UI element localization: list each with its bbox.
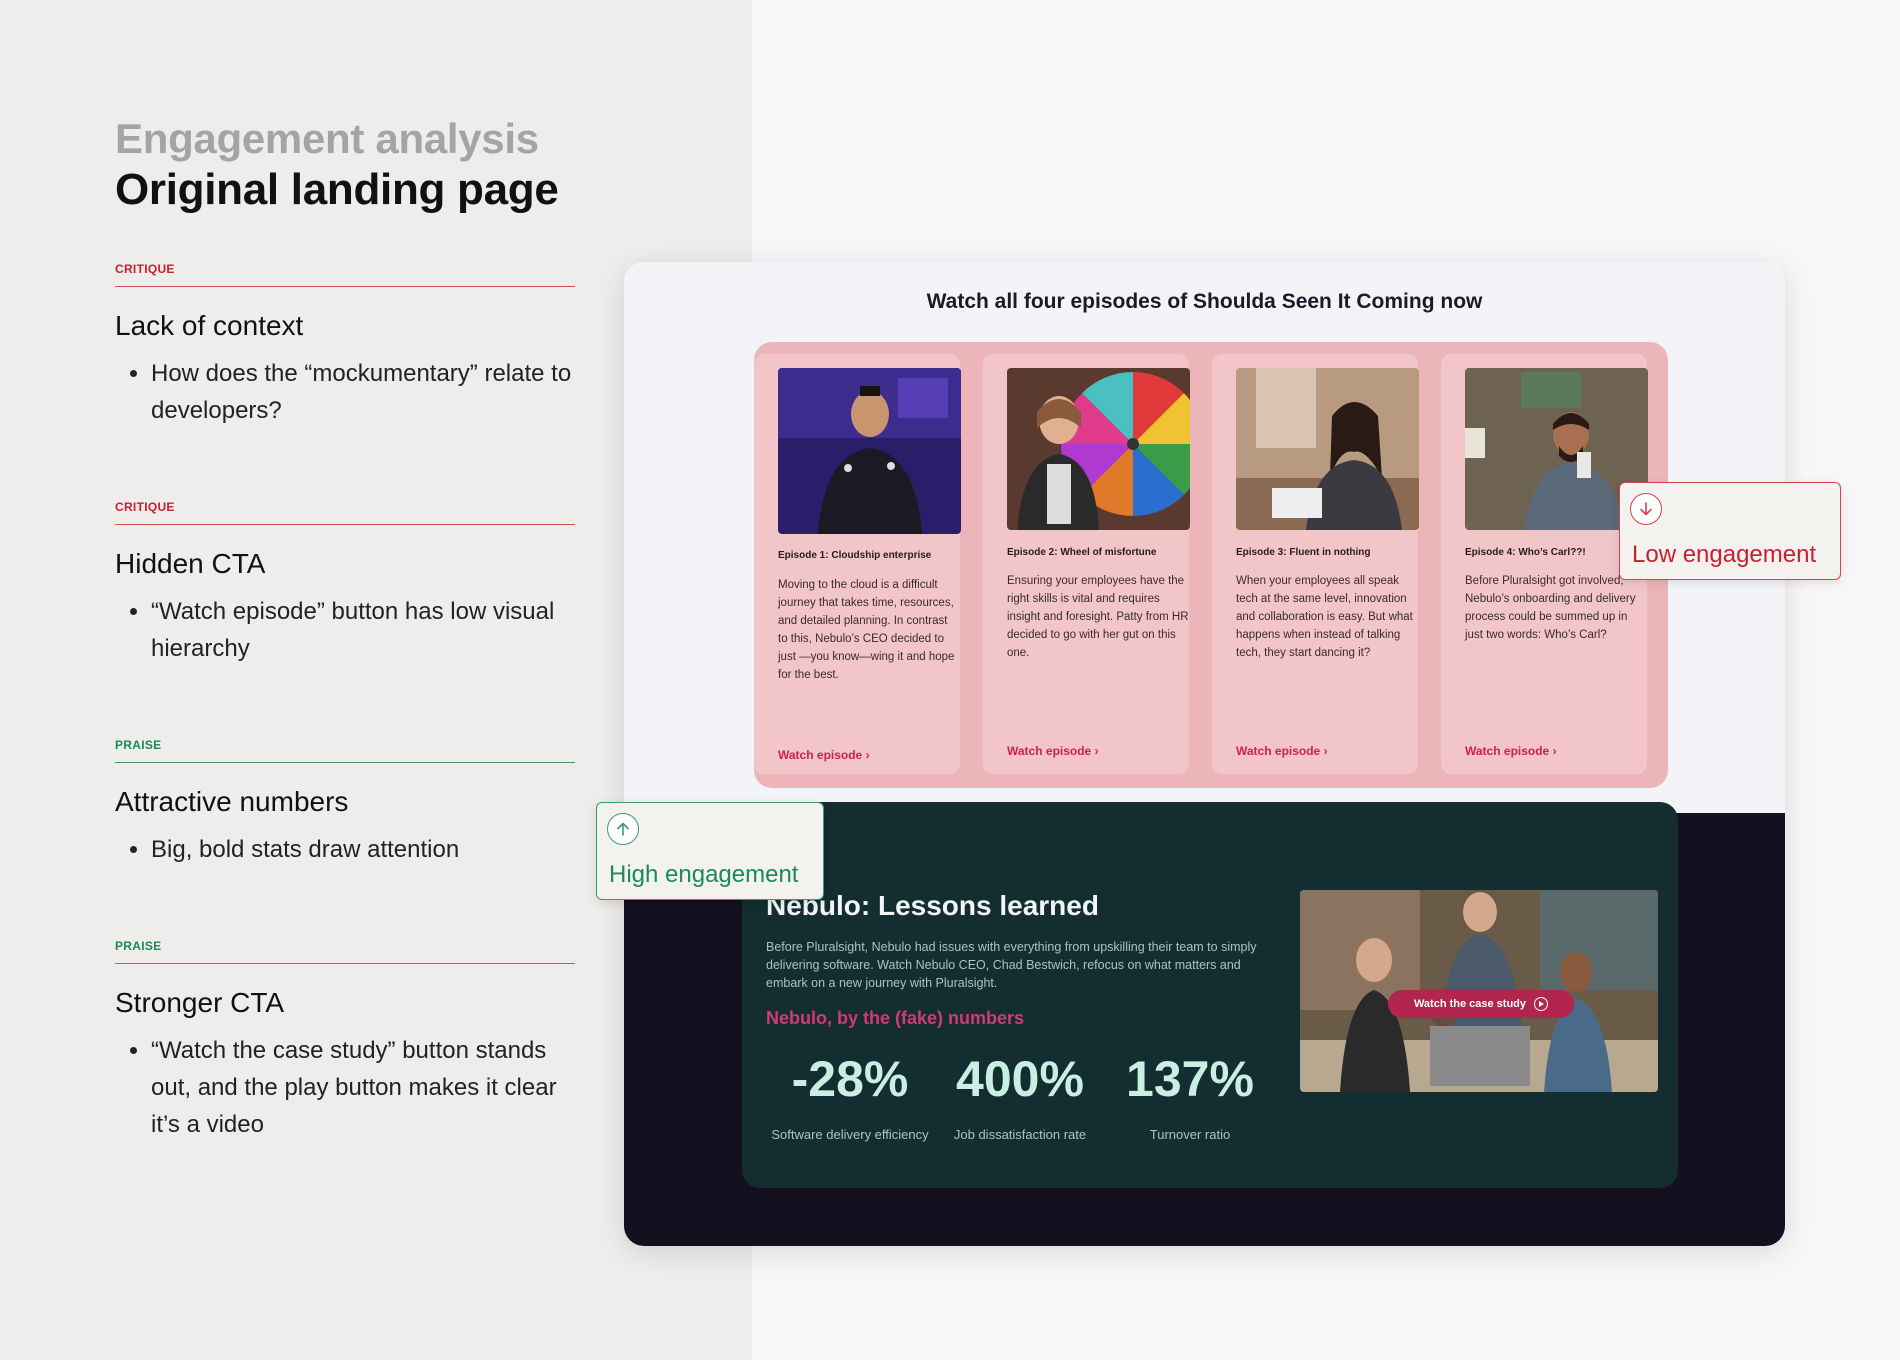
watch-case-study-button[interactable]: Watch the case study	[1388, 990, 1574, 1018]
stat-software-delivery: -28% Software delivery efficiency	[770, 1050, 930, 1144]
note-title: Lack of context	[115, 310, 304, 341]
high-engagement-label: High engagement	[609, 861, 799, 888]
watch-episode-label: Watch episode	[1465, 744, 1550, 758]
note-bullet: “Watch episode” button has low visual hi…	[151, 593, 575, 667]
case-study-description: Before Pluralsight, Nebulo had issues wi…	[766, 940, 1257, 990]
note-title: Attractive numbers	[115, 786, 349, 817]
case-study-video[interactable]: Watch the case study	[1300, 890, 1658, 1092]
stat-turnover-ratio: 137% Turnover ratio	[1110, 1050, 1270, 1144]
episode-title: Episode 1: Cloudship enterprise	[778, 550, 932, 561]
episodes-heading: Watch all four episodes of Shoulda Seen …	[926, 290, 1483, 313]
low-engagement-label: Low engagement	[1632, 541, 1817, 568]
watch-episode-label: Watch episode	[1236, 744, 1321, 758]
episode-card-3: Episode 3: Fluent in nothing When your e…	[1212, 354, 1419, 774]
watch-episode-label: Watch episode	[1007, 744, 1092, 758]
episode-description: When your employees all speak tech at th…	[1236, 575, 1413, 659]
episode-2-thumbnail	[1007, 368, 1190, 530]
episode-description: Moving to the cloud is a difficult journ…	[778, 579, 955, 681]
arrow-up-icon	[607, 813, 639, 845]
page-heading: Engagement analysis Original landing pag…	[115, 114, 559, 216]
note-bullet: Big, bold stats draw attention	[151, 831, 575, 868]
episode-description: Ensuring your employees have the right s…	[1007, 575, 1189, 659]
episode-description: Before Pluralsight got involved, Nebulo’…	[1465, 575, 1636, 641]
stat-value: 400%	[956, 1051, 1084, 1107]
high-engagement-badge: High engagement	[596, 802, 824, 900]
note-bullet: How does the “mockumentary” relate to de…	[151, 355, 575, 429]
cta-label: Watch the case study	[1413, 998, 1527, 1010]
stat-value: 137%	[1126, 1051, 1254, 1107]
chevron-right-icon: ›	[1094, 744, 1099, 758]
chevron-right-icon: ›	[1552, 744, 1557, 758]
episode-title: Episode 3: Fluent in nothing	[1236, 547, 1371, 558]
page-title: Original landing page	[115, 165, 559, 214]
note-tag: CRITIQUE	[115, 500, 575, 525]
case-study-panel: Nebulo: Lessons learned Before Pluralsig…	[742, 802, 1678, 1188]
episode-title: Episode 2: Wheel of misfortune	[1007, 547, 1157, 558]
episode-3-thumbnail	[1236, 368, 1419, 530]
stat-value: -28%	[791, 1051, 909, 1107]
stat-job-dissatisfaction: 400% Job dissatisfaction rate	[940, 1050, 1100, 1144]
landing-page-mockup: Watch all four episodes of Shoulda Seen …	[624, 262, 1785, 1246]
episode-card-4: Episode 4: Who’s Carl??! Before Pluralsi…	[1441, 354, 1648, 774]
numbers-heading: Nebulo, by the (fake) numbers	[766, 1008, 1025, 1028]
page-subtitle: Engagement analysis	[115, 115, 539, 162]
arrow-down-icon	[1630, 493, 1662, 525]
note-attractive-numbers: PRAISE Attractive numbers Big, bold stat…	[115, 738, 575, 868]
note-tag: PRAISE	[115, 939, 575, 964]
note-bullet: “Watch the case study” button stands out…	[151, 1032, 575, 1143]
note-tag: PRAISE	[115, 738, 575, 763]
watch-episode-2-link[interactable]: Watch episode ›	[1007, 744, 1187, 758]
chevron-right-icon: ›	[865, 748, 870, 762]
episode-1-thumbnail	[778, 368, 961, 534]
note-title: Stronger CTA	[115, 987, 285, 1018]
watch-episode-3-link[interactable]: Watch episode ›	[1236, 744, 1416, 758]
watch-episode-4-link[interactable]: Watch episode ›	[1465, 744, 1645, 758]
episode-cards-panel: Episode 1: Cloudship enterprise Moving t…	[754, 342, 1668, 788]
chevron-right-icon: ›	[1323, 744, 1328, 758]
watch-episode-1-link[interactable]: Watch episode ›	[778, 748, 958, 762]
note-title: Hidden CTA	[115, 548, 266, 579]
stat-label: Job dissatisfaction rate	[953, 1127, 1087, 1142]
note-lack-of-context: CRITIQUE Lack of context How does the “m…	[115, 262, 575, 429]
watch-episode-label: Watch episode	[778, 748, 863, 762]
low-engagement-badge: Low engagement	[1619, 482, 1841, 580]
note-tag: CRITIQUE	[115, 262, 575, 287]
episode-card-1: Episode 1: Cloudship enterprise Moving t…	[754, 354, 961, 774]
note-hidden-cta: CRITIQUE Hidden CTA “Watch episode” butt…	[115, 500, 575, 667]
stat-label: Turnover ratio	[1149, 1127, 1231, 1142]
play-icon	[1534, 997, 1549, 1011]
note-stronger-cta: PRAISE Stronger CTA “Watch the case stud…	[115, 939, 575, 1143]
episode-title: Episode 4: Who’s Carl??!	[1465, 547, 1586, 558]
stat-label: Software delivery efficiency	[771, 1127, 929, 1142]
episode-card-2: Episode 2: Wheel of misfortune Ensuring …	[983, 354, 1190, 774]
